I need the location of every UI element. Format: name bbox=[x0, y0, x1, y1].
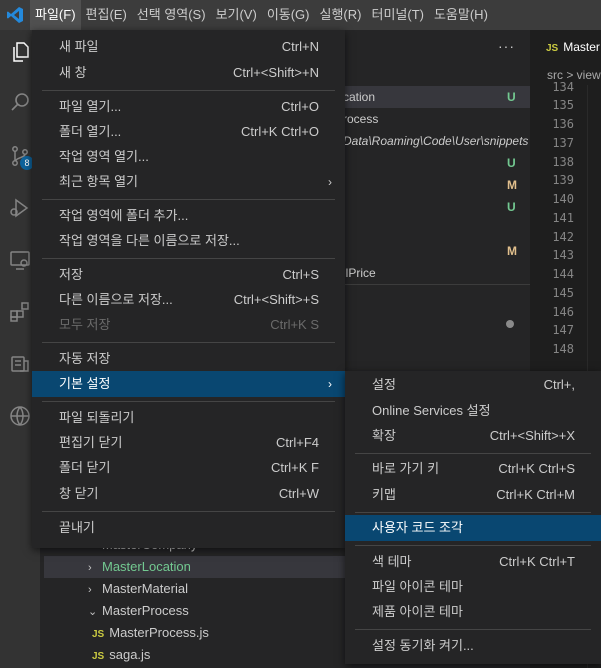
line-number: 147 bbox=[552, 323, 574, 337]
git-status-modified: M bbox=[507, 178, 517, 192]
git-status-untracked: U bbox=[507, 90, 516, 104]
file-label: saga.js bbox=[109, 647, 151, 662]
menu-separator bbox=[355, 545, 591, 546]
tree-folder-row[interactable]: › MasterMaterial bbox=[44, 578, 345, 600]
line-number: 140 bbox=[552, 192, 574, 206]
menu-separator bbox=[355, 629, 591, 630]
menu-item-close-window[interactable]: 창 닫기 Ctrl+W bbox=[32, 481, 345, 507]
title-menu-bar: 파일(F) 편집(E) 선택 영역(S) 보기(V) 이동(G) 실행(R) 터… bbox=[0, 0, 601, 30]
line-number: 141 bbox=[552, 211, 574, 225]
menu-item-save-workspace-as[interactable]: 작업 영역을 다른 이름으로 저장... bbox=[32, 228, 345, 254]
menu-file[interactable]: 파일(F) bbox=[30, 0, 81, 30]
tree-folder-row[interactable]: › MasterLocation bbox=[44, 556, 345, 578]
line-number: 148 bbox=[552, 342, 574, 356]
menu-item-exit[interactable]: 끝내기 bbox=[32, 515, 345, 541]
javascript-file-icon: JS bbox=[92, 651, 105, 662]
scm-change-path: cation bbox=[343, 90, 376, 104]
folder-label: MasterProcess bbox=[102, 603, 189, 618]
scm-change-path: Data\Roaming\Code\User\snippets bbox=[343, 134, 529, 148]
chevron-right-icon: › bbox=[88, 584, 92, 596]
line-number: 142 bbox=[552, 230, 574, 244]
menu-separator bbox=[355, 512, 591, 513]
menu-separator bbox=[42, 90, 335, 91]
line-number: 145 bbox=[552, 286, 574, 300]
menu-item-color-theme[interactable]: 색 테마 Ctrl+K Ctrl+T bbox=[345, 549, 601, 575]
more-actions-button[interactable]: ··· bbox=[498, 38, 515, 54]
javascript-file-icon: JS bbox=[92, 629, 105, 640]
menu-separator bbox=[42, 258, 335, 259]
menu-item-keyboard-shortcuts[interactable]: 바로 가기 키 Ctrl+K Ctrl+S bbox=[345, 456, 601, 482]
menu-item-close-editor[interactable]: 편집기 닫기 Ctrl+F4 bbox=[32, 430, 345, 456]
menu-view[interactable]: 보기(V) bbox=[211, 0, 262, 30]
menu-item-turn-on-settings-sync[interactable]: 설정 동기화 켜기... bbox=[345, 633, 601, 659]
preferences-submenu: 설정 Ctrl+, Online Services 설정 확장 Ctrl+<Shif… bbox=[345, 371, 601, 664]
menu-item-save[interactable]: 저장 Ctrl+S bbox=[32, 262, 345, 288]
javascript-file-icon: JS bbox=[546, 43, 559, 54]
menu-terminal[interactable]: 터미널(T) bbox=[366, 0, 428, 30]
tree-file-row[interactable]: JS saga.js bbox=[44, 644, 345, 666]
git-status-untracked: U bbox=[507, 156, 516, 170]
menu-item-settings[interactable]: 설정 Ctrl+, bbox=[345, 372, 601, 398]
tab-label: Master bbox=[563, 40, 600, 54]
line-number: 134 bbox=[552, 80, 574, 94]
menu-separator bbox=[42, 511, 335, 512]
menu-run[interactable]: 실행(R) bbox=[315, 0, 367, 30]
menu-item-new-file[interactable]: 새 파일 Ctrl+N bbox=[32, 34, 345, 60]
line-number: 136 bbox=[552, 117, 574, 131]
menu-item-preferences[interactable]: 기본 설정 › bbox=[32, 371, 345, 397]
menu-item-new-window[interactable]: 새 창 Ctrl+<Shift>+N bbox=[32, 60, 345, 86]
chevron-right-icon: › bbox=[328, 175, 332, 189]
menu-item-close-folder[interactable]: 폴더 닫기 Ctrl+K F bbox=[32, 455, 345, 481]
menu-item-auto-save[interactable]: 자동 저장 bbox=[32, 346, 345, 372]
scm-change-path: rocess bbox=[343, 112, 379, 126]
menu-separator bbox=[355, 453, 591, 454]
line-number: 137 bbox=[552, 136, 574, 150]
menu-item-keymaps[interactable]: 키맵 Ctrl+K Ctrl+M bbox=[345, 482, 601, 508]
menu-edit[interactable]: 편집(E) bbox=[81, 0, 132, 30]
chevron-down-icon: ⌄ bbox=[88, 606, 98, 618]
line-number: 138 bbox=[552, 155, 574, 169]
chevron-right-icon: › bbox=[328, 377, 332, 391]
editor-tab[interactable]: JS Master bbox=[530, 30, 601, 65]
menu-go[interactable]: 이동(G) bbox=[262, 0, 315, 30]
scm-change-path: llPrice bbox=[343, 266, 376, 280]
folder-label: MasterMaterial bbox=[102, 581, 188, 596]
menu-item-open-file[interactable]: 파일 열기... Ctrl+O bbox=[32, 94, 345, 120]
menu-separator bbox=[42, 401, 335, 402]
menu-item-extensions[interactable]: 확장 Ctrl+<Shift>+X bbox=[345, 423, 601, 449]
menu-item-file-icon-theme[interactable]: 파일 아이콘 테마 bbox=[345, 574, 601, 600]
menu-selection[interactable]: 선택 영역(S) bbox=[132, 0, 211, 30]
tree-folder-row[interactable]: ⌄ MasterProcess bbox=[44, 600, 345, 622]
vscode-logo-icon bbox=[0, 0, 30, 30]
menu-item-save-all[interactable]: 모두 저장 Ctrl+K S bbox=[32, 312, 345, 338]
line-number: 146 bbox=[552, 305, 574, 319]
chevron-right-icon: › bbox=[88, 562, 92, 574]
tree-file-row[interactable]: JS MasterProcess.js bbox=[44, 622, 345, 644]
file-menu: 새 파일 Ctrl+N 새 창 Ctrl+<Shift>+N 파일 열기... Ctr… bbox=[32, 30, 345, 548]
menu-item-user-snippets[interactable]: 사용자 코드 조각 bbox=[345, 515, 601, 541]
file-label: MasterProcess.js bbox=[109, 625, 209, 640]
menu-separator bbox=[42, 342, 335, 343]
line-number: 135 bbox=[552, 98, 574, 112]
unsaved-dot-icon bbox=[506, 320, 514, 328]
editor-tab-bar: JS Master bbox=[530, 30, 601, 65]
git-status-untracked: U bbox=[507, 200, 516, 214]
menu-item-add-folder-to-workspace[interactable]: 작업 영역에 폴더 추가... bbox=[32, 203, 345, 229]
line-number: 144 bbox=[552, 267, 574, 281]
menu-item-open-workspace[interactable]: 작업 영역 열기... bbox=[32, 144, 345, 170]
menu-help[interactable]: 도움말(H) bbox=[429, 0, 493, 30]
line-number: 139 bbox=[552, 173, 574, 187]
menu-item-online-services-settings[interactable]: Online Services 설정 bbox=[345, 398, 601, 424]
menu-item-open-recent[interactable]: 최근 항목 열기 › bbox=[32, 169, 345, 195]
git-status-modified: M bbox=[507, 244, 517, 258]
menu-item-open-folder[interactable]: 폴더 열기... Ctrl+K Ctrl+O bbox=[32, 119, 345, 145]
menu-item-product-icon-theme[interactable]: 제품 아이콘 테마 bbox=[345, 599, 601, 625]
menu-item-save-as[interactable]: 다른 이름으로 저장... Ctrl+<Shift>+S bbox=[32, 287, 345, 313]
line-number: 143 bbox=[552, 248, 574, 262]
menu-separator bbox=[42, 199, 335, 200]
folder-label: MasterLocation bbox=[102, 559, 191, 574]
menu-item-revert-file[interactable]: 파일 되돌리기 bbox=[32, 405, 345, 431]
